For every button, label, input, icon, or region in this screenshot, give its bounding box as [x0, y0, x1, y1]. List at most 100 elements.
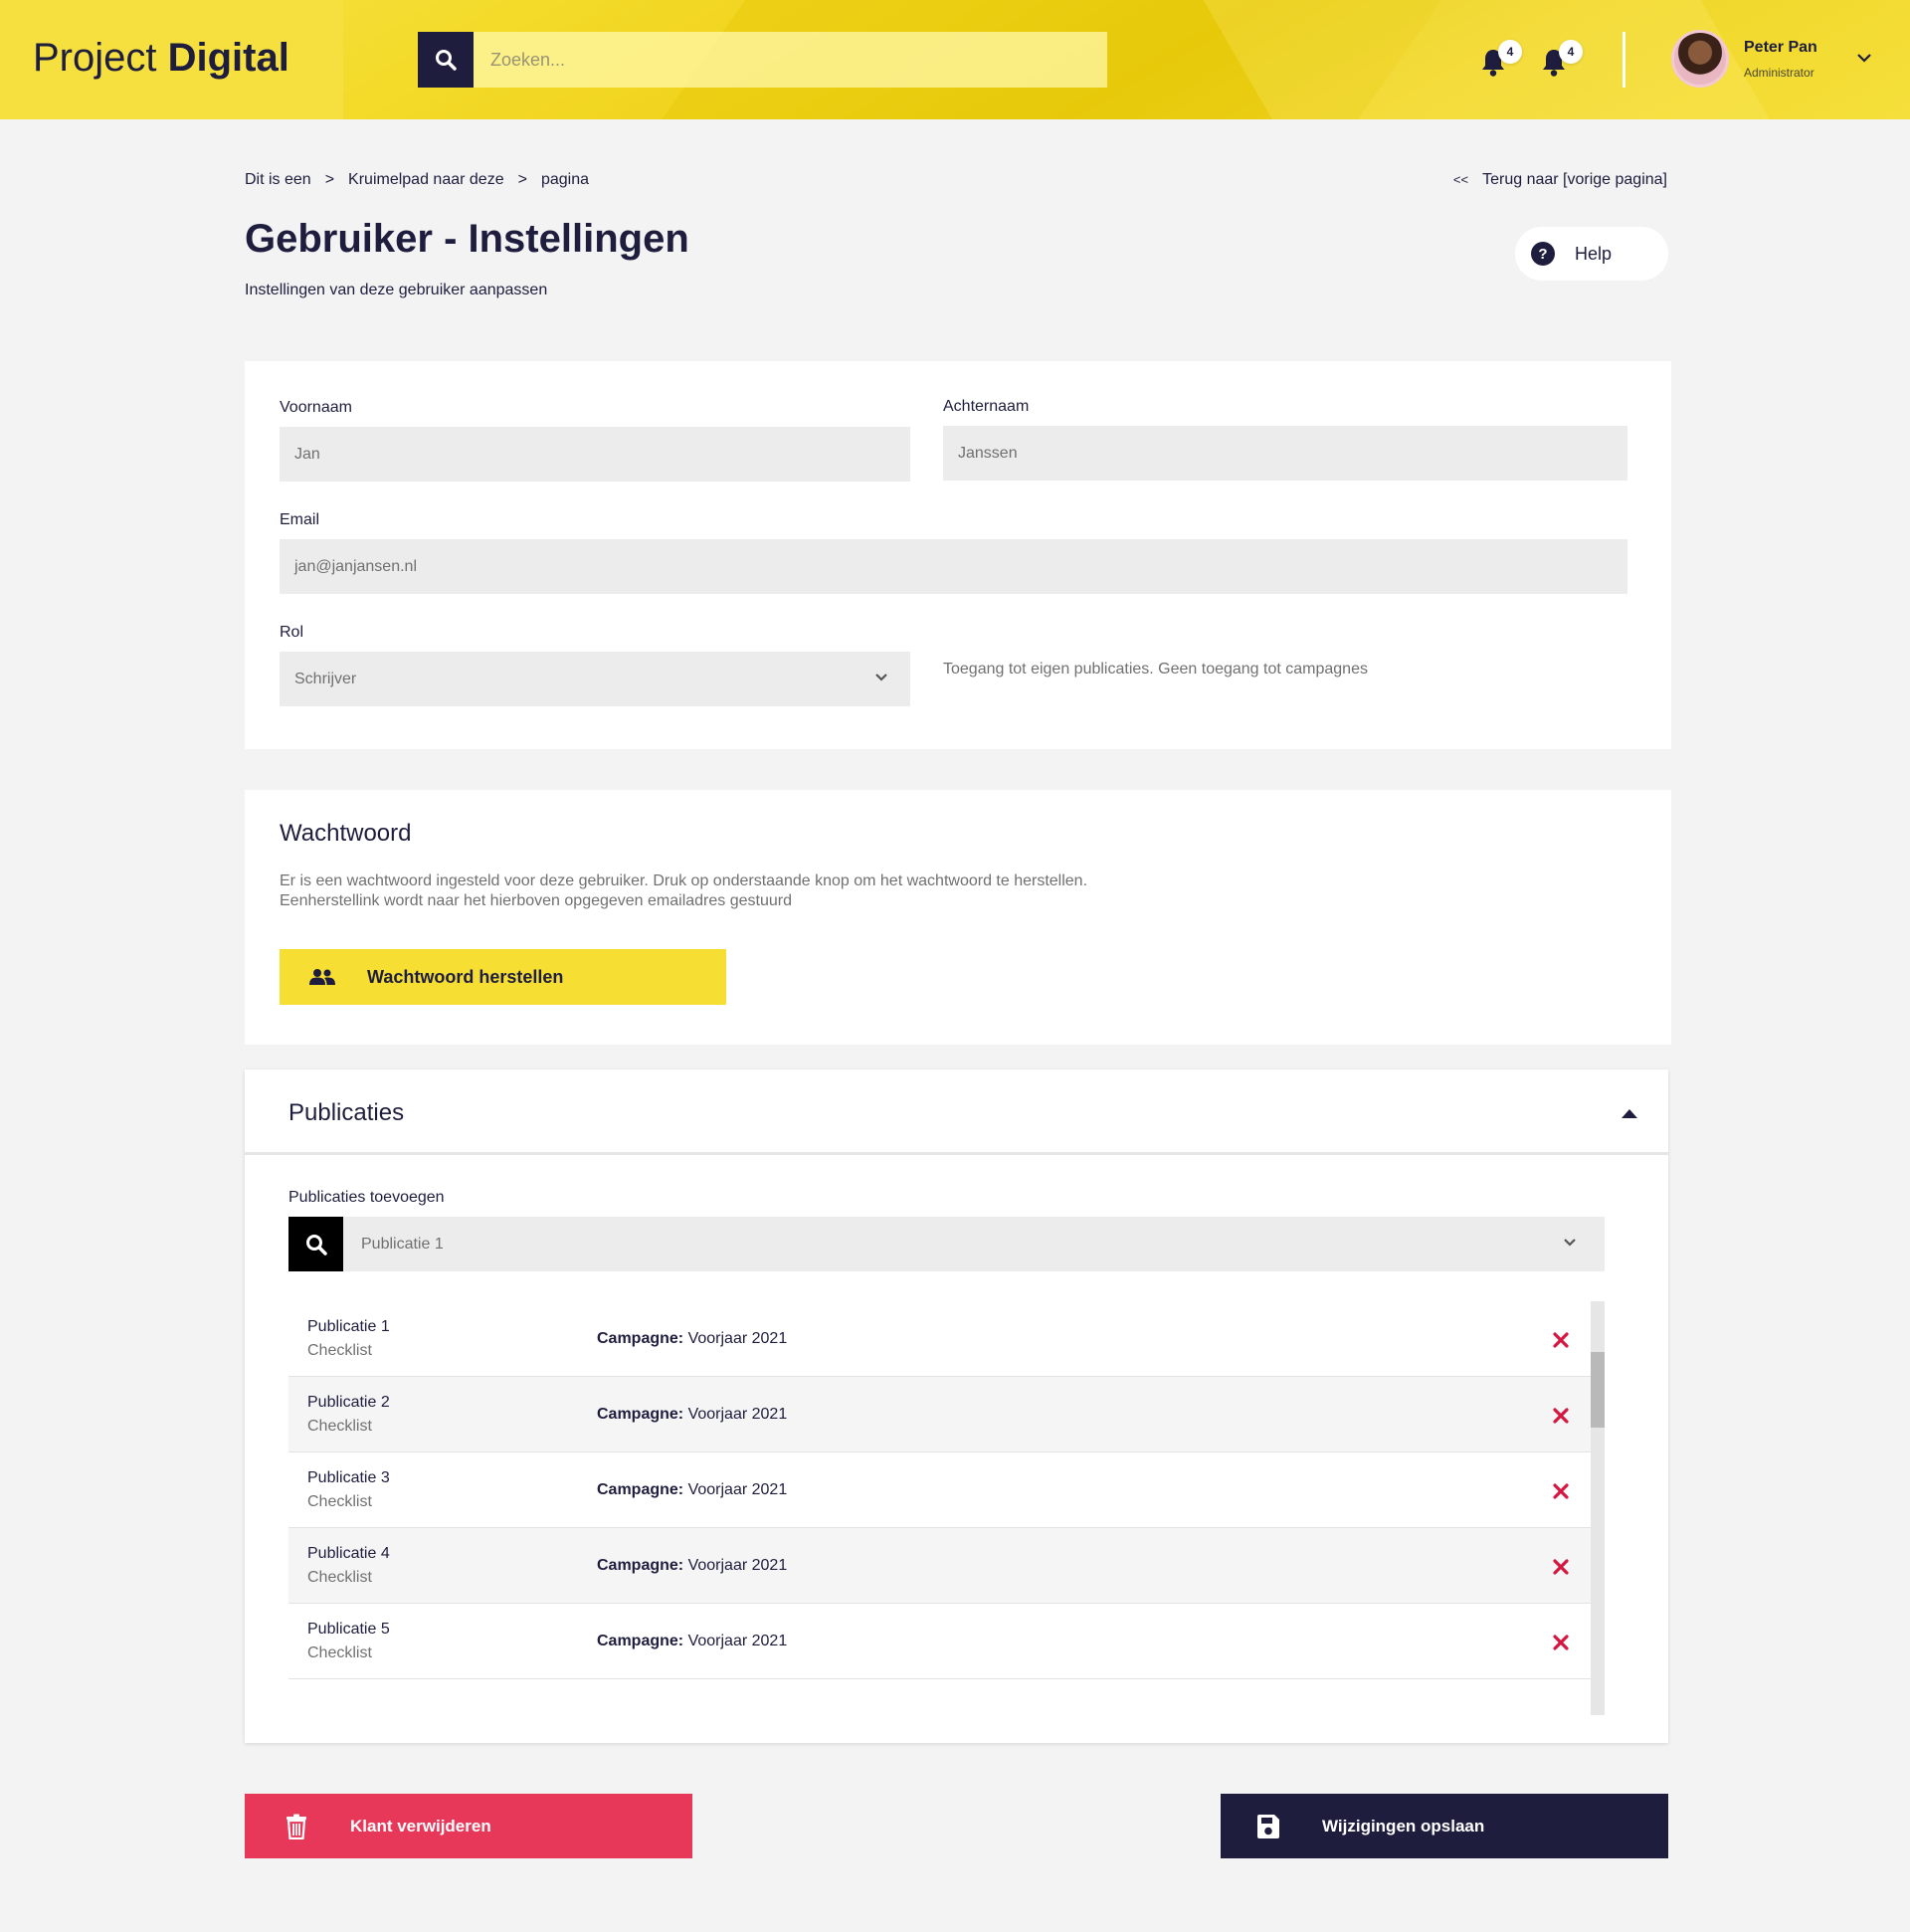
list-item[interactable]: Publicatie 3 Checklist Campagne: Voorjaa…	[288, 1452, 1591, 1528]
publication-name: Publicatie 3	[307, 1469, 390, 1486]
campaign-prefix: Campagne:	[597, 1633, 684, 1649]
first-name-field[interactable]: Jan	[280, 427, 910, 482]
list-item[interactable]: Publicatie 2 Checklist Campagne: Voorjaa…	[288, 1377, 1591, 1452]
first-name-label: Voornaam	[280, 399, 352, 416]
double-chevron-left-icon: <<	[1452, 172, 1469, 187]
publication-campaign: Campagne: Voorjaar 2021	[597, 1481, 787, 1499]
logo-area: Project Digital	[0, 0, 343, 119]
delete-client-label: Klant verwijderen	[350, 1816, 491, 1835]
password-title: Wachtwoord	[280, 820, 412, 847]
publication-list: Publicatie 1 Checklist Campagne: Voorjaa…	[288, 1301, 1605, 1715]
role-label: Rol	[280, 624, 304, 641]
remove-icon[interactable]	[1552, 1634, 1570, 1651]
search-input[interactable]	[474, 32, 1107, 88]
notifications-button[interactable]: 4	[1480, 40, 1522, 78]
publication-name: Publicatie 2	[307, 1394, 390, 1411]
help-button[interactable]: ? Help	[1515, 227, 1668, 281]
campaign-prefix: Campagne:	[597, 1481, 684, 1498]
help-label: Help	[1575, 243, 1613, 264]
chevron-down-icon[interactable]	[1856, 52, 1872, 64]
email-label: Email	[280, 511, 320, 528]
publication-campaign: Campagne: Voorjaar 2021	[597, 1633, 787, 1650]
last-name-field[interactable]: Janssen	[943, 426, 1627, 481]
add-publications-label: Publicaties toevoegen	[288, 1189, 445, 1206]
publication-name: Publicatie 5	[307, 1621, 390, 1638]
page-subtitle: Instellingen van deze gebruiker aanpasse…	[245, 282, 548, 298]
user-role: Administrator	[1744, 66, 1814, 80]
remove-icon[interactable]	[1552, 1482, 1570, 1500]
publication-type: Checklist	[307, 1342, 372, 1359]
avatar[interactable]	[1671, 30, 1729, 88]
trash-icon	[286, 1814, 306, 1839]
campaign-value: Voorjaar 2021	[687, 1633, 788, 1649]
header-divider	[1623, 32, 1625, 88]
campaign-value: Voorjaar 2021	[687, 1557, 788, 1574]
password-card: Wachtwoord Er is een wachtwoord ingestel…	[245, 790, 1671, 1045]
save-changes-button[interactable]: Wijzigingen opslaan	[1221, 1794, 1668, 1858]
list-item[interactable]: Publicatie 1 Checklist Campagne: Voorjaa…	[288, 1301, 1591, 1377]
search-button[interactable]	[418, 32, 474, 88]
publications-card: Publicaties Publicaties toevoegen Public…	[245, 1069, 1668, 1743]
page-title: Gebruiker - Instellingen	[245, 217, 689, 261]
users-icon	[309, 969, 335, 985]
role-select[interactable]: Schrijver	[280, 652, 910, 706]
scrollbar-thumb[interactable]	[1591, 1352, 1605, 1428]
publications-title: Publicaties	[288, 1099, 405, 1126]
list-item[interactable]: Publicatie 4 Checklist Campagne: Voorjaa…	[288, 1528, 1591, 1604]
password-description: Er is een wachtwoord ingesteld voor deze…	[280, 871, 1274, 911]
campaign-prefix: Campagne:	[597, 1406, 684, 1423]
publication-select[interactable]: Publicatie 1	[343, 1217, 1605, 1271]
remove-icon[interactable]	[1552, 1331, 1570, 1349]
breadcrumb-item[interactable]: Dit is een	[245, 171, 311, 189]
alerts-button[interactable]: 4	[1541, 40, 1583, 78]
breadcrumb-separator: >	[517, 171, 527, 188]
save-changes-label: Wijzigingen opslaan	[1322, 1816, 1485, 1835]
publication-type: Checklist	[307, 1418, 372, 1435]
email-field[interactable]: jan@janjansen.nl	[280, 539, 1627, 594]
back-link[interactable]: << Terug naar [vorige pagina]	[1453, 171, 1667, 189]
publication-name: Publicatie 4	[307, 1545, 390, 1562]
publication-campaign: Campagne: Voorjaar 2021	[597, 1330, 787, 1348]
breadcrumb: Dit is een > Kruimelpad naar deze > pagi…	[245, 171, 589, 189]
campaign-value: Voorjaar 2021	[687, 1481, 788, 1498]
floppy-disk-icon	[1257, 1814, 1279, 1838]
remove-icon[interactable]	[1552, 1407, 1570, 1425]
app-logo[interactable]: Project Digital	[33, 36, 289, 81]
question-icon: ?	[1531, 242, 1555, 266]
search-icon	[436, 50, 457, 71]
publications-header[interactable]: Publicaties	[245, 1069, 1668, 1155]
logo-text-bold: Digital	[167, 36, 289, 80]
user-details-card: Voornaam Jan Achternaam Janssen Email ja…	[245, 361, 1671, 749]
search-icon	[305, 1234, 327, 1256]
logo-text-light: Project	[33, 36, 157, 80]
campaign-value: Voorjaar 2021	[687, 1330, 788, 1347]
campaign-value: Voorjaar 2021	[687, 1406, 788, 1423]
publication-type: Checklist	[307, 1569, 372, 1586]
role-hint: Toegang tot eigen publicaties. Geen toeg…	[943, 661, 1368, 677]
caret-up-icon[interactable]	[1621, 1108, 1638, 1119]
delete-client-button[interactable]: Klant verwijderen	[245, 1794, 692, 1858]
publication-type: Checklist	[307, 1493, 372, 1510]
password-description-line: Er is een wachtwoord ingesteld voor deze…	[280, 872, 1088, 889]
publication-campaign: Campagne: Voorjaar 2021	[597, 1557, 787, 1575]
reset-password-button[interactable]: Wachtwoord herstellen	[280, 949, 726, 1005]
last-name-label: Achternaam	[943, 398, 1030, 415]
notification-count-badge: 4	[1559, 40, 1583, 64]
breadcrumb-separator: >	[324, 171, 335, 188]
remove-icon[interactable]	[1552, 1558, 1570, 1576]
publication-campaign: Campagne: Voorjaar 2021	[597, 1406, 787, 1424]
password-description-line: Eenherstellink wordt naar het hierboven …	[280, 892, 792, 909]
user-name[interactable]: Peter Pan	[1744, 39, 1817, 57]
role-select-value: Schrijver	[294, 670, 357, 687]
publication-search-button[interactable]	[288, 1217, 343, 1271]
notification-count-badge: 4	[1498, 40, 1522, 64]
chevron-down-icon	[1564, 1239, 1576, 1247]
reset-password-label: Wachtwoord herstellen	[367, 966, 564, 987]
publication-type: Checklist	[307, 1644, 372, 1661]
campaign-prefix: Campagne:	[597, 1557, 684, 1574]
list-item[interactable]: Publicatie 5 Checklist Campagne: Voorjaa…	[288, 1604, 1591, 1679]
breadcrumb-item[interactable]: Kruimelpad naar deze	[348, 171, 504, 189]
chevron-down-icon	[875, 674, 887, 681]
back-link-label: Terug naar [vorige pagina]	[1482, 171, 1667, 188]
publication-name: Publicatie 1	[307, 1318, 390, 1335]
